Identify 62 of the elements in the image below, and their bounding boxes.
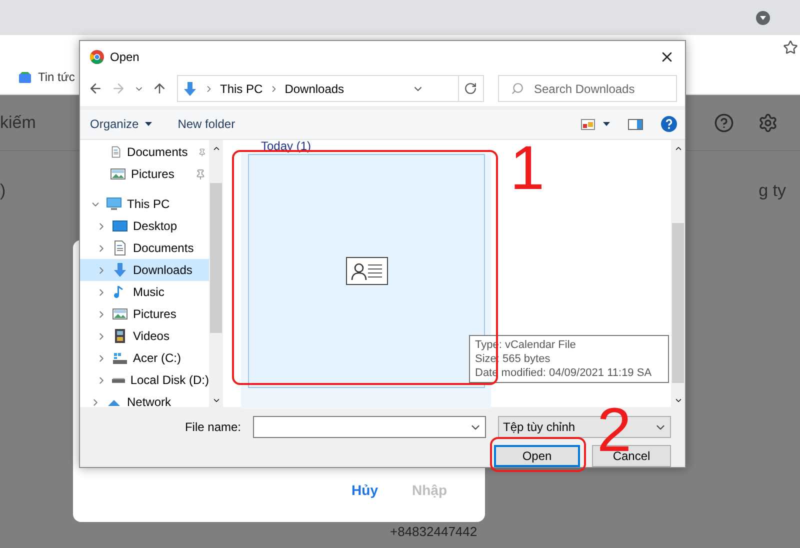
nav-item[interactable]: Documents xyxy=(80,237,209,259)
scrollbar[interactable] xyxy=(671,140,685,409)
nav-item[interactable]: Network xyxy=(80,391,209,409)
search-text: kiếm xyxy=(0,112,36,132)
search-field[interactable]: Search Downloads xyxy=(498,75,677,102)
nav-item[interactable]: Acer (C:) xyxy=(80,347,209,369)
contact-card-icon xyxy=(346,257,388,285)
download-icon xyxy=(182,80,198,97)
column-heading: ) xyxy=(0,181,6,201)
caret-icon[interactable] xyxy=(603,122,610,126)
chevron-up-icon xyxy=(674,144,682,153)
help-icon[interactable] xyxy=(714,112,734,132)
nav-item[interactable]: Videos xyxy=(80,325,209,347)
download-icon xyxy=(112,262,128,278)
drive-icon xyxy=(112,350,128,366)
dialog-title: Open xyxy=(110,50,140,64)
modal-button[interactable]: Hủy xyxy=(350,478,380,502)
back-icon[interactable] xyxy=(88,81,103,96)
nav-item[interactable]: Desktop xyxy=(80,215,209,237)
picture-icon xyxy=(110,166,126,182)
chevron-down-icon xyxy=(212,396,220,405)
preview-pane-icon[interactable] xyxy=(628,118,643,130)
view-icon[interactable] xyxy=(581,118,595,130)
refresh-button[interactable] xyxy=(458,75,484,102)
field-label: File name: xyxy=(184,420,241,434)
file-name-field[interactable] xyxy=(253,416,486,438)
document-icon xyxy=(110,144,122,160)
chevron-up-icon xyxy=(212,144,220,153)
address-bar[interactable]: This PC Downloads xyxy=(177,75,459,102)
desktop-icon xyxy=(112,218,128,234)
nav-item[interactable]: Local Disk (D:) xyxy=(80,369,209,391)
film-icon xyxy=(112,328,128,344)
breadcrumb-item[interactable]: Downloads xyxy=(284,82,344,96)
nav-item[interactable]: Pictures xyxy=(80,163,209,185)
settings-icon[interactable] xyxy=(758,112,778,132)
toolbar-button[interactable]: New folder xyxy=(174,114,240,134)
chevron-down-icon xyxy=(674,396,682,405)
nav-item[interactable]: Documents xyxy=(80,141,209,163)
nav-item[interactable]: This PC xyxy=(80,193,209,215)
nav-item[interactable]: Downloads xyxy=(80,259,209,281)
nav-item[interactable]: Pictures xyxy=(80,303,209,325)
phone-number: +84832447442 xyxy=(390,524,478,539)
computer-icon xyxy=(106,196,122,212)
column-heading: g ty xyxy=(758,181,786,201)
star-icon xyxy=(783,40,798,55)
dropdown-circle-icon xyxy=(756,10,770,24)
dialog-button[interactable]: Open xyxy=(494,445,580,467)
caret-icon xyxy=(144,122,152,126)
nav-item[interactable]: Music xyxy=(80,281,209,303)
help-icon[interactable] xyxy=(661,116,677,132)
chrome-logo-icon xyxy=(90,50,104,64)
step-number: 1 xyxy=(510,138,544,200)
refresh-icon xyxy=(464,82,478,96)
toolbar-button[interactable]: Organize xyxy=(86,114,156,134)
bookmark-link[interactable]: Tin tức xyxy=(38,70,75,84)
document-icon xyxy=(112,240,128,256)
breadcrumb-item[interactable]: This PC xyxy=(220,82,263,96)
scrollbar[interactable] xyxy=(209,140,223,409)
picture-icon xyxy=(112,306,128,322)
news-icon xyxy=(18,70,32,84)
drive-icon xyxy=(112,378,126,382)
search-icon xyxy=(511,82,524,96)
